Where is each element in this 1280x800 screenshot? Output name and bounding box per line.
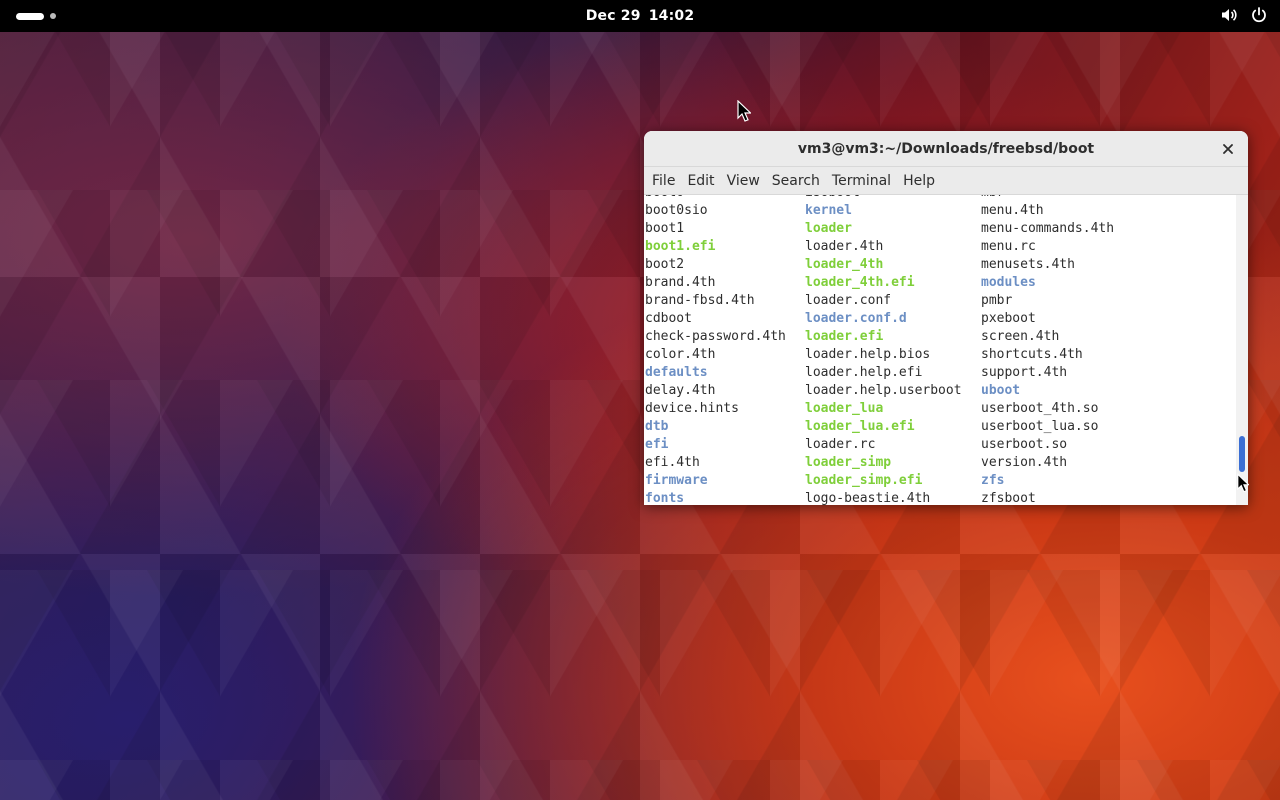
menu-search[interactable]: Search	[766, 167, 826, 195]
terminal-row: efi.4th loader_simp version.4th	[645, 454, 1236, 472]
terminal-file-entry: loader.conf	[805, 293, 892, 308]
terminal-row: firmware loader_simp.efi zfs	[645, 472, 1236, 490]
terminal-file-entry: loader_simp	[805, 455, 892, 470]
terminal-file-entry: firmware	[645, 473, 708, 488]
terminal-file-entry: shortcuts.4th	[981, 347, 1083, 362]
terminal-file-entry: fonts	[645, 491, 685, 505]
terminal-file-entry: loader.help.bios	[805, 347, 931, 362]
workspace-indicator	[50, 13, 56, 19]
terminal-file-entry: modules	[981, 275, 1036, 290]
terminal-row: boot2 loader_4th menusets.4th	[645, 256, 1236, 274]
top-bar: Dec 29 14:02	[0, 0, 1280, 32]
terminal-row: dtb loader_lua.efi userboot_lua.so	[645, 418, 1236, 436]
terminal-file-entry: userboot_lua.so	[981, 419, 1099, 434]
terminal-file-entry: loader.conf.d	[805, 311, 907, 326]
terminal-file-entry: zfs	[981, 473, 1005, 488]
system-tray[interactable]	[1220, 6, 1268, 24]
menu-help[interactable]: Help	[897, 167, 941, 195]
terminal-row: boot1.efi loader.4th menu.rc	[645, 238, 1236, 256]
terminal-file-entry: boot1	[645, 221, 685, 236]
terminal-lines: boot0isobootmbrboot0siokernelmenu.4thboo…	[645, 195, 1236, 505]
terminal-row: defaults loader.help.efi support.4th	[645, 364, 1236, 382]
terminal-file-entry: logo-beastie.4th	[805, 491, 931, 505]
terminal-file-entry: menusets.4th	[981, 257, 1075, 272]
terminal-row: boot1 loader menu-commands.4th	[645, 220, 1236, 238]
terminal-file-entry: boot1.efi	[645, 239, 716, 254]
terminal-file-entry: loader_simp.efi	[805, 473, 923, 488]
menu-edit[interactable]: Edit	[681, 167, 720, 195]
terminal-file-entry: brand-fbsd.4th	[645, 293, 755, 308]
volume-icon	[1220, 6, 1238, 24]
mouse-pointer-icon	[737, 100, 751, 122]
terminal-file-entry: pmbr	[981, 293, 1013, 308]
terminal-row: cdboot loader.conf.d pxeboot	[645, 310, 1236, 328]
terminal-file-entry: userboot_4th.so	[981, 401, 1099, 416]
window-titlebar[interactable]: vm3@vm3:~/Downloads/freebsd/boot	[644, 131, 1248, 167]
terminal-file-entry: support.4th	[981, 365, 1068, 380]
terminal-file-entry: menu-commands.4th	[981, 221, 1115, 236]
terminal-file-entry: menu.rc	[981, 239, 1036, 254]
close-icon	[1223, 144, 1233, 154]
window-title: vm3@vm3:~/Downloads/freebsd/boot	[797, 140, 1095, 157]
terminal-row: boot0 isoboot mbr	[645, 195, 1236, 202]
terminal-file-entry: defaults	[645, 365, 708, 380]
clock-time: 14:02	[648, 8, 695, 24]
terminal-row: device.hints loader_lua userboot_4th.so	[645, 400, 1236, 418]
terminal-file-entry: boot2	[645, 257, 685, 272]
terminal-row: efi loader.rc userboot.so	[645, 436, 1236, 454]
terminal-file-entry: loader.rc	[805, 437, 876, 452]
terminal-file-entry: boot0	[645, 195, 684, 202]
terminal-output[interactable]: boot0isobootmbrboot0siokernelmenu.4thboo…	[644, 195, 1236, 505]
terminal-file-entry: loader_4th	[805, 257, 884, 272]
terminal-file-entry: efi.4th	[645, 455, 700, 470]
terminal-row: delay.4th loader.help.userboot uboot	[645, 382, 1236, 400]
terminal-file-entry: color.4th	[645, 347, 716, 362]
terminal-file-entry: cdboot	[645, 311, 692, 326]
terminal-file-entry: screen.4th	[981, 329, 1060, 344]
terminal-file-entry: boot0sio	[645, 203, 708, 218]
terminal-scrollbar[interactable]	[1236, 195, 1248, 505]
terminal-file-entry: loader	[805, 221, 852, 236]
terminal-file-entry: loader.help.userboot	[805, 383, 962, 398]
terminal-file-entry: menu.4th	[981, 203, 1044, 218]
terminal-file-entry: userboot.so	[981, 437, 1068, 452]
terminal-file-entry: mbr	[981, 195, 1004, 202]
terminal-row: check-password.4th loader.efi screen.4th	[645, 328, 1236, 346]
terminal-file-entry: kernel	[805, 203, 852, 218]
terminal-file-entry: brand.4th	[645, 275, 716, 290]
clock-date: Dec 29	[585, 8, 641, 24]
terminal-file-entry: loader.help.efi	[805, 365, 923, 380]
terminal-file-entry: loader_4th.efi	[805, 275, 915, 290]
terminal-file-entry: loader_lua.efi	[805, 419, 915, 434]
terminal-file-entry: loader_lua	[805, 401, 884, 416]
terminal-file-entry: zfsboot	[981, 491, 1036, 505]
terminal-file-entry: pxeboot	[981, 311, 1036, 326]
terminal-file-entry: efi	[645, 437, 669, 452]
menu-view[interactable]: View	[721, 167, 766, 195]
clock-button[interactable]: Dec 29 14:02	[576, 4, 705, 28]
activities-button[interactable]	[12, 8, 60, 24]
terminal-file-entry: uboot	[981, 383, 1021, 398]
terminal-file-entry: loader.4th	[805, 239, 884, 254]
menu-file[interactable]: File	[646, 167, 681, 195]
workspace-active-indicator	[16, 12, 44, 20]
terminal-row: fonts logo-beastie.4th zfsboot	[645, 490, 1236, 505]
terminal-row: brand.4th loader_4th.efi modules	[645, 274, 1236, 292]
menu-terminal[interactable]: Terminal	[826, 167, 897, 195]
terminal-window[interactable]: vm3@vm3:~/Downloads/freebsd/boot File Ed…	[644, 131, 1248, 505]
menu-bar: File Edit View Search Terminal Help	[644, 167, 1248, 195]
scrollbar-thumb[interactable]	[1239, 436, 1245, 472]
terminal-file-entry: isoboot	[805, 195, 860, 202]
terminal-row: color.4th loader.help.bios shortcuts.4th	[645, 346, 1236, 364]
power-icon	[1250, 6, 1268, 24]
terminal-row: boot0sio kernel menu.4th	[645, 202, 1236, 220]
terminal-row: brand-fbsd.4th loader.conf pmbr	[645, 292, 1236, 310]
terminal-file-entry: check-password.4th	[645, 329, 786, 344]
terminal-file-entry: delay.4th	[645, 383, 716, 398]
close-button[interactable]	[1218, 139, 1238, 159]
terminal-file-entry: dtb	[645, 419, 669, 434]
terminal-file-entry: version.4th	[981, 455, 1068, 470]
terminal-file-entry: device.hints	[645, 401, 739, 416]
terminal-file-entry: loader.efi	[805, 329, 884, 344]
